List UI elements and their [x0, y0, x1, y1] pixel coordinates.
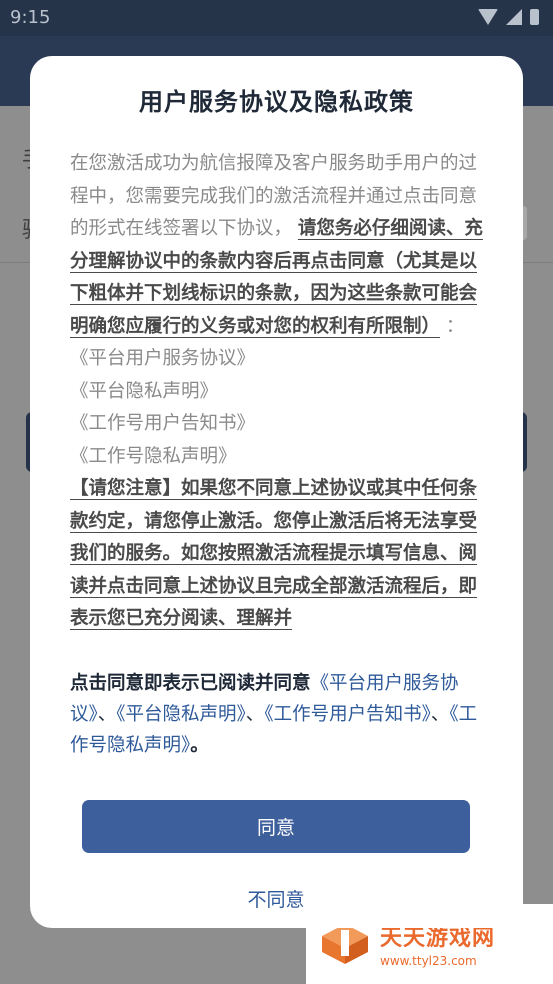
disagree-button[interactable]: 不同意 [82, 882, 470, 918]
document-item: 《工作号隐私声明》 [70, 445, 237, 467]
dialog-title: 用户服务协议及隐私政策 [139, 88, 414, 116]
document-item: 《平台隐私声明》 [70, 380, 219, 402]
summary-separator: 、 [245, 704, 265, 725]
watermark-logo-icon [322, 924, 368, 964]
signal-icon [506, 9, 522, 25]
document-item: 《平台用户服务协议》 [70, 348, 256, 369]
link-work-account-notice[interactable]: 《工作号用户告知书》 [264, 704, 431, 725]
summary-lead: 点击同意即表示已阅读并同意 [70, 673, 311, 694]
wifi-icon [478, 9, 498, 25]
status-icons [478, 9, 539, 25]
agree-button[interactable]: 同意 [82, 800, 470, 853]
notice-text: 【请您注意】如果您不同意上述协议或其中任何条款约定，请您停止激活。您停止激活后将… [70, 478, 478, 629]
battery-icon [530, 9, 539, 25]
watermark-url: www.ttyl23.com [380, 954, 477, 968]
intro-end: ： [445, 315, 465, 337]
agreement-summary: 点击同意即表示已阅读并同意《平台用户服务协议》、《平台隐私声明》、《工作号用户告… [70, 668, 486, 761]
summary-end: 。 [190, 735, 209, 756]
privacy-dialog: 用户服务协议及隐私政策 在您激活成功为航信报障及客户服务助手用户的过程中，您需要… [30, 56, 523, 928]
agreement-content-scroll[interactable]: 在您激活成功为航信报障及客户服务助手用户的过程中，您需要完成我们的激活流程并通过… [70, 148, 486, 648]
status-time: 9:15 [10, 7, 51, 28]
agreement-intro: 在您激活成功为航信报障及客户服务助手用户的过程中，您需要完成我们的激活流程并通过… [70, 148, 486, 343]
document-item: 《工作号用户告知书》 [70, 413, 256, 434]
link-platform-privacy-statement[interactable]: 《平台隐私声明》 [116, 704, 246, 725]
summary-separator: 、 [430, 704, 450, 725]
status-bar: 9:15 [0, 0, 553, 36]
summary-separator: 、 [97, 704, 117, 725]
